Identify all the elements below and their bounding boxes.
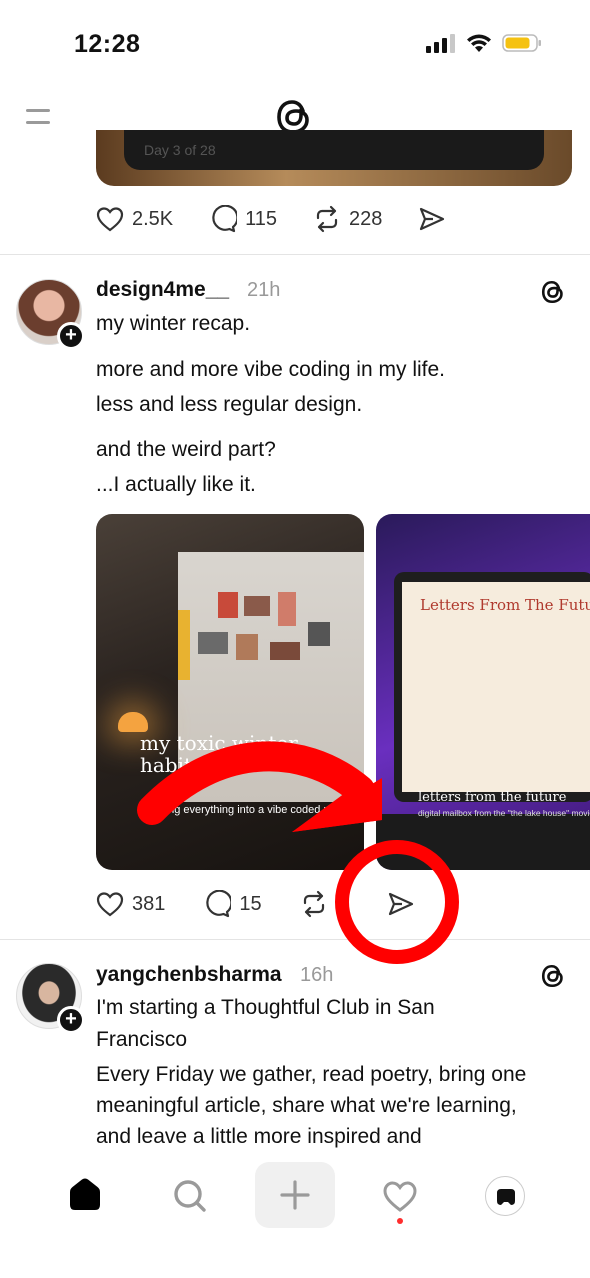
heart-nav-icon[interactable]: [382, 1180, 418, 1212]
status-icons: [426, 33, 542, 53]
notification-dot: [397, 1218, 403, 1224]
previous-post-actions: 2.5K 115 228: [96, 205, 482, 233]
compose-button[interactable]: [255, 1162, 335, 1228]
post-text-line: Francisco: [96, 1028, 188, 1051]
post-media-2[interactable]: Letters From The Future letters from the…: [376, 514, 590, 870]
like-count: 381: [132, 892, 166, 915]
share-button[interactable]: [418, 206, 446, 232]
media-caption: digital mailbox from the "the lake house…: [418, 808, 590, 818]
reply-button[interactable]: 115: [209, 205, 277, 233]
post-text-line: my winter recap.: [96, 312, 251, 335]
bottom-nav: [0, 1150, 590, 1278]
follow-plus-icon[interactable]: +: [57, 1006, 85, 1034]
post-username[interactable]: design4me__: [96, 278, 229, 302]
reply-count: 115: [245, 207, 278, 230]
reply-count: 15: [239, 892, 262, 915]
heart-icon: [96, 207, 124, 232]
media-title: my toxic winter habits: [140, 731, 298, 777]
repost-icon: [316, 205, 338, 233]
repost-count: 2: [335, 892, 347, 915]
like-count: 2.5K: [132, 207, 174, 230]
menu-icon[interactable]: [26, 106, 54, 128]
threads-post-icon[interactable]: [540, 278, 566, 306]
send-icon: [388, 892, 413, 916]
heart-icon: [96, 892, 124, 917]
wifi-icon: [467, 34, 491, 52]
plus-icon: [280, 1180, 310, 1210]
media-subtitle: { turning everything into a vibe coded p…: [140, 804, 364, 816]
threads-post-icon[interactable]: [540, 962, 566, 990]
like-button[interactable]: 2.5K: [96, 206, 173, 232]
repost-button[interactable]: 2: [300, 890, 347, 918]
battery-icon: [502, 34, 541, 52]
repost-button[interactable]: 228: [313, 205, 382, 233]
post-media-1[interactable]: my toxic winter habits { turning everyth…: [96, 514, 364, 870]
previous-media-caption: Day 3 of 28: [144, 142, 216, 158]
post-text-line: meaningful article, share what we're lea…: [96, 1094, 517, 1117]
profile-avatar-icon: [497, 1189, 515, 1205]
post-text-line: and leave a little more inspired and: [96, 1125, 422, 1148]
status-time: 12:28: [74, 30, 141, 58]
media-screen-title: Letters From The Future: [420, 596, 590, 614]
send-icon: [420, 207, 445, 231]
repost-count: 228: [349, 207, 383, 230]
reply-bubble-icon: [212, 205, 238, 233]
follow-plus-icon[interactable]: +: [57, 322, 85, 350]
lamp: [118, 712, 148, 732]
reply-button[interactable]: 15: [203, 890, 262, 918]
post-text-line: and the weird part?: [96, 438, 276, 461]
search-icon[interactable]: [172, 1178, 208, 1214]
post-text-line: I'm starting a Thoughtful Club in San: [96, 996, 435, 1019]
share-button[interactable]: [387, 891, 415, 917]
keyboard: [376, 814, 590, 870]
post-time: 21h: [247, 279, 281, 301]
post-username[interactable]: yangchenbsharma: [96, 963, 282, 987]
previous-post-media[interactable]: Day 3 of 28: [96, 130, 572, 186]
profile-avatar[interactable]: [485, 1176, 525, 1216]
repost-icon: [303, 890, 324, 918]
post-text-line: more and more vibe coding in my life.: [96, 358, 445, 381]
post-actions: 381 15 2: [96, 890, 451, 918]
media-title: letters from the future: [418, 790, 567, 805]
post-text-line: ...I actually like it.: [96, 473, 256, 496]
post-divider: [0, 939, 590, 940]
post-divider: [0, 254, 590, 255]
post-text-line: less and less regular design.: [96, 393, 363, 416]
like-button[interactable]: 381: [96, 891, 165, 917]
home-icon[interactable]: [66, 1176, 104, 1212]
post-text-line: Every Friday we gather, read poetry, bri…: [96, 1063, 527, 1086]
status-bar: 12:28: [0, 0, 590, 80]
cellular-signal-icon: [426, 34, 455, 53]
reply-bubble-icon: [206, 890, 232, 918]
post-time: 16h: [300, 964, 334, 986]
